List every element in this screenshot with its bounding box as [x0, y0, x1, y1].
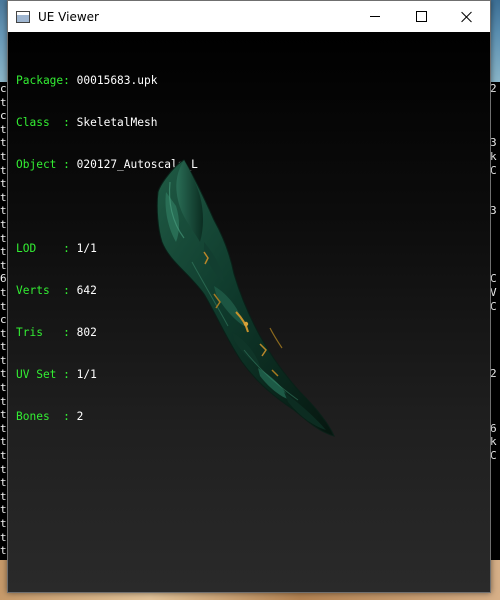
maximize-icon	[415, 11, 427, 22]
close-button[interactable]	[444, 1, 490, 32]
minimize-button[interactable]	[352, 1, 398, 32]
titlebar[interactable]: UE Viewer	[8, 1, 490, 32]
minimize-icon	[370, 16, 380, 17]
app-window-icon	[16, 10, 30, 23]
ue-viewer-window: UE Viewer Package: 00015683.upk Class : …	[7, 0, 491, 593]
background-console-right: 2 3 k C 3 C V C 2 6 k C	[490, 82, 500, 560]
maximize-button[interactable]	[398, 1, 444, 32]
skeletal-mesh-render	[156, 159, 335, 437]
close-icon	[461, 11, 473, 23]
3d-viewport[interactable]: Package: 00015683.upk Class : SkeletalMe…	[8, 32, 490, 592]
window-controls	[352, 1, 490, 32]
window-title: UE Viewer	[38, 9, 99, 24]
